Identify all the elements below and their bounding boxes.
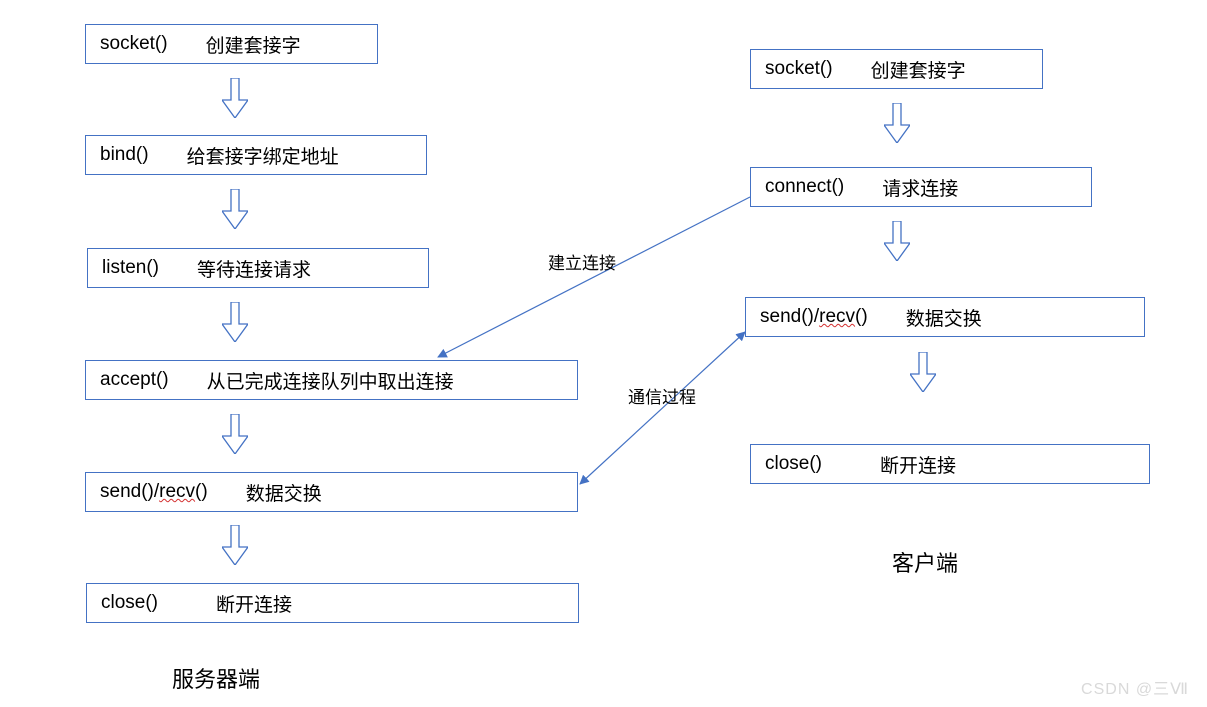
server-step-socket: socket() 创建套接字 xyxy=(85,24,378,64)
server-step-bind: bind() 给套接字绑定地址 xyxy=(85,135,427,175)
fn-desc: 断开连接 xyxy=(216,590,292,617)
server-step-close: close() 断开连接 xyxy=(86,583,579,623)
client-title: 客户端 xyxy=(892,546,958,578)
edge-label-communicate: 通信过程 xyxy=(628,383,696,408)
arrow-down-icon xyxy=(222,189,248,229)
client-step-connect: connect() 请求连接 xyxy=(750,167,1092,207)
fn-desc: 数据交换 xyxy=(906,304,982,331)
client-step-close: close() 断开连接 xyxy=(750,444,1150,484)
arrow-down-icon xyxy=(884,103,910,143)
server-step-accept: accept() 从已完成连接队列中取出连接 xyxy=(85,360,578,400)
server-step-sendrecv: send()/recv() 数据交换 xyxy=(85,472,578,512)
fn-label: send()/recv() xyxy=(100,481,208,503)
watermark: CSDN @三Ⅶ xyxy=(1081,675,1189,699)
client-step-socket: socket() 创建套接字 xyxy=(750,49,1043,89)
fn-label: socket() xyxy=(765,58,833,80)
fn-desc: 创建套接字 xyxy=(206,31,301,58)
arrow-down-icon xyxy=(884,221,910,261)
fn-label: accept() xyxy=(100,369,169,391)
fn-label: connect() xyxy=(765,176,844,198)
fn-label: bind() xyxy=(100,144,149,166)
fn-label: close() xyxy=(101,592,158,614)
fn-desc: 请求连接 xyxy=(882,174,958,201)
server-step-listen: listen() 等待连接请求 xyxy=(87,248,429,288)
fn-desc: 数据交换 xyxy=(246,479,322,506)
arrow-down-icon xyxy=(222,414,248,454)
arrow-down-icon xyxy=(222,78,248,118)
arrow-down-icon xyxy=(222,302,248,342)
fn-label: socket() xyxy=(100,33,168,55)
server-title: 服务器端 xyxy=(172,662,260,694)
fn-desc: 等待连接请求 xyxy=(197,255,311,282)
client-step-sendrecv: send()/recv() 数据交换 xyxy=(745,297,1145,337)
fn-label: close() xyxy=(765,453,822,475)
fn-desc: 从已完成连接队列中取出连接 xyxy=(207,367,454,394)
edge-label-establish: 建立连接 xyxy=(548,249,616,274)
arrow-down-icon xyxy=(910,352,936,392)
fn-label: send()/recv() xyxy=(760,306,868,328)
fn-desc: 创建套接字 xyxy=(871,56,966,83)
fn-desc: 给套接字绑定地址 xyxy=(187,142,339,169)
fn-label: listen() xyxy=(102,257,159,279)
arrow-down-icon xyxy=(222,525,248,565)
fn-desc: 断开连接 xyxy=(880,451,956,478)
